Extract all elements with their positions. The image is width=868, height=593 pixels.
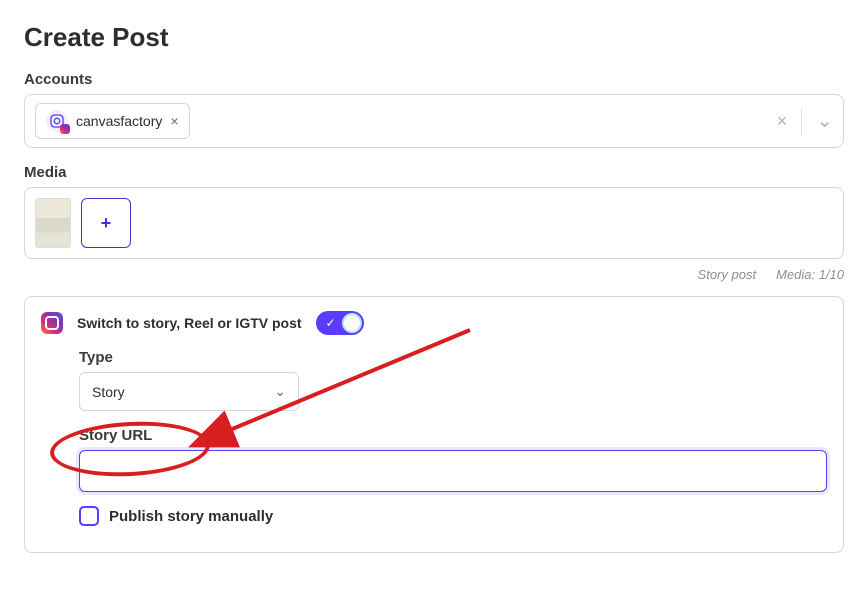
media-label: Media — [24, 164, 844, 181]
type-select[interactable]: Story ⌄ — [79, 372, 299, 411]
switch-toggle[interactable]: ✓ — [316, 311, 364, 335]
media-count-meta: Media: 1/10 — [776, 267, 844, 282]
page-title: Create Post — [24, 22, 844, 53]
accounts-label: Accounts — [24, 71, 844, 88]
type-value: Story — [92, 384, 125, 400]
account-avatar-icon — [46, 110, 68, 132]
story-url-label: Story URL — [79, 427, 827, 444]
account-name: canvasfactory — [76, 113, 162, 129]
instagram-icon — [41, 312, 63, 334]
type-label: Type — [79, 349, 827, 366]
toggle-knob — [342, 313, 362, 333]
publish-manually-checkbox[interactable] — [79, 506, 99, 526]
clear-accounts-icon[interactable]: × — [777, 111, 788, 132]
story-url-input[interactable] — [79, 450, 827, 492]
chevron-down-icon: ⌄ — [274, 383, 286, 400]
switch-label: Switch to story, Reel or IGTV post — [77, 315, 302, 331]
check-icon: ✓ — [326, 316, 336, 330]
post-type-meta: Story post — [698, 267, 757, 282]
media-box: + — [24, 187, 844, 259]
chevron-down-icon[interactable]: ⌄ — [816, 116, 833, 126]
publish-manually-label: Publish story manually — [109, 508, 273, 525]
account-chip[interactable]: canvasfactory × — [35, 103, 190, 139]
accounts-select[interactable]: canvasfactory × × ⌄ — [24, 94, 844, 148]
divider — [801, 107, 802, 135]
post-options-panel: Switch to story, Reel or IGTV post ✓ Typ… — [24, 296, 844, 553]
media-thumbnail[interactable] — [35, 198, 71, 248]
add-media-button[interactable]: + — [81, 198, 131, 248]
instagram-badge-icon — [60, 124, 70, 134]
remove-account-icon[interactable]: × — [170, 113, 178, 129]
